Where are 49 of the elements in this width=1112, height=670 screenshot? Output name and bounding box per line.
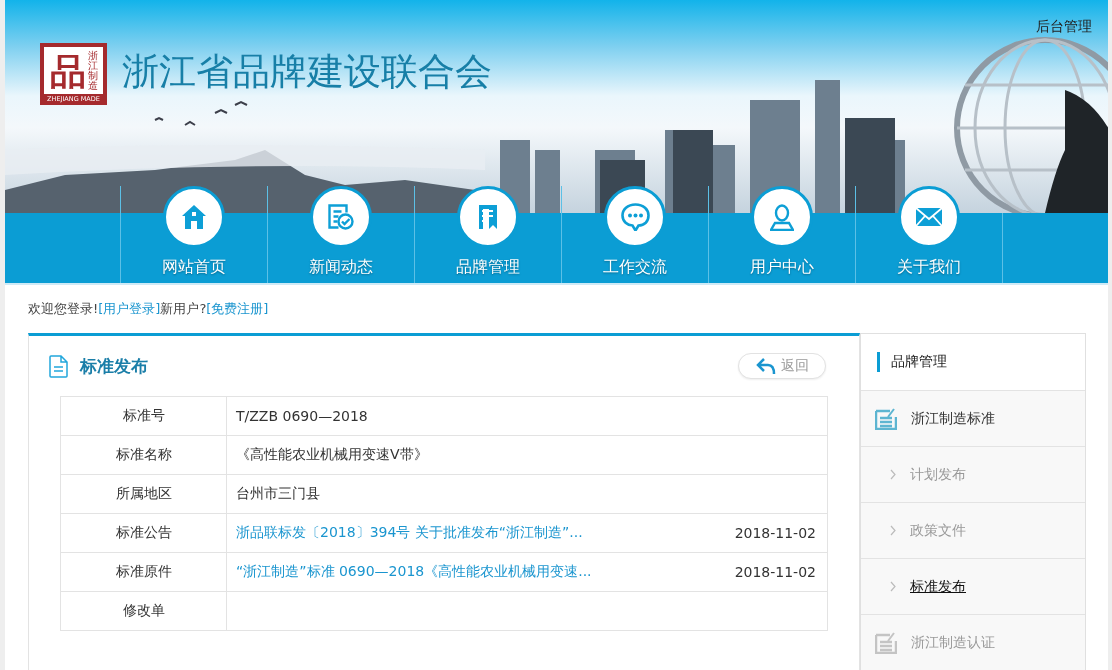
sidebar-item[interactable]: 政策文件 — [861, 503, 1085, 559]
document-link[interactable]: “浙江制造”标准 0690—2018《高性能农业机械用变速... — [236, 563, 592, 581]
envelope-icon — [916, 208, 942, 226]
sidebar-item-label: 计划发布 — [910, 465, 966, 484]
book-icon — [479, 205, 497, 229]
welcome-text: 欢迎您登录! — [28, 300, 99, 318]
sidebar-title: 品牌管理 — [891, 353, 947, 371]
home-icon — [182, 205, 206, 229]
register-link[interactable]: [免费注册] — [206, 300, 269, 318]
site-title: 浙江省品牌建设联合会 — [122, 49, 492, 95]
nav-link[interactable]: 工作交流 — [561, 186, 708, 283]
document-icon — [49, 354, 68, 378]
chevron-right-icon — [890, 525, 896, 536]
sidebar-item-label: 政策文件 — [910, 521, 966, 540]
field-label: 标准名称 — [115, 446, 172, 462]
nav-link[interactable]: 新闻动态 — [267, 186, 414, 283]
reply-arrow-icon — [755, 357, 776, 375]
user-icon — [770, 203, 794, 231]
login-link[interactable]: [用户登录] — [98, 300, 161, 318]
field-label: 标准原件 — [115, 563, 172, 579]
table-cell: T/ZZB 0690—2018 — [236, 408, 368, 424]
back-button[interactable]: 返回 — [738, 353, 826, 379]
field-label: 修改单 — [122, 602, 165, 618]
document-check-icon — [328, 204, 354, 230]
admin-link[interactable]: 后台管理 — [1036, 18, 1092, 36]
sidebar-group[interactable]: 浙江制造标准 — [861, 391, 1085, 447]
sidebar-item-label: 标准发布 — [910, 577, 966, 596]
date-text: 2018-11-02 — [734, 525, 816, 541]
nav-link[interactable]: 品牌管理 — [414, 186, 561, 283]
nav-link[interactable]: 关于我们 — [855, 186, 1002, 283]
sidebar-item[interactable]: 计划发布 — [861, 447, 1085, 503]
chevron-right-icon — [890, 581, 896, 592]
field-label: 标准号 — [122, 407, 165, 423]
chevron-right-icon — [890, 469, 896, 480]
chat-bubble-icon — [620, 203, 650, 231]
sidebar-group[interactable]: 浙江制造认证 — [861, 615, 1085, 670]
document-link[interactable]: 浙品联标发〔2018〕394号 关于批准发布“浙江制造”... — [236, 524, 583, 542]
panel-title: 标准发布 — [80, 354, 148, 378]
new-user-text: 新用户? — [160, 300, 207, 318]
nav-link[interactable]: 用户中心 — [708, 186, 855, 283]
table-cell: 《高性能农业机械用变速V带》 — [236, 446, 428, 462]
sidebar-item[interactable]: 标准发布 — [861, 559, 1085, 615]
notepad-icon — [875, 407, 897, 430]
table-cell: 台州市三门县 — [236, 485, 320, 501]
date-text: 2018-11-02 — [734, 564, 816, 580]
nav-link[interactable]: 网站首页 — [120, 186, 267, 283]
field-label: 所属地区 — [115, 485, 172, 501]
notepad-icon — [875, 631, 897, 654]
field-label: 标准公告 — [115, 524, 172, 540]
